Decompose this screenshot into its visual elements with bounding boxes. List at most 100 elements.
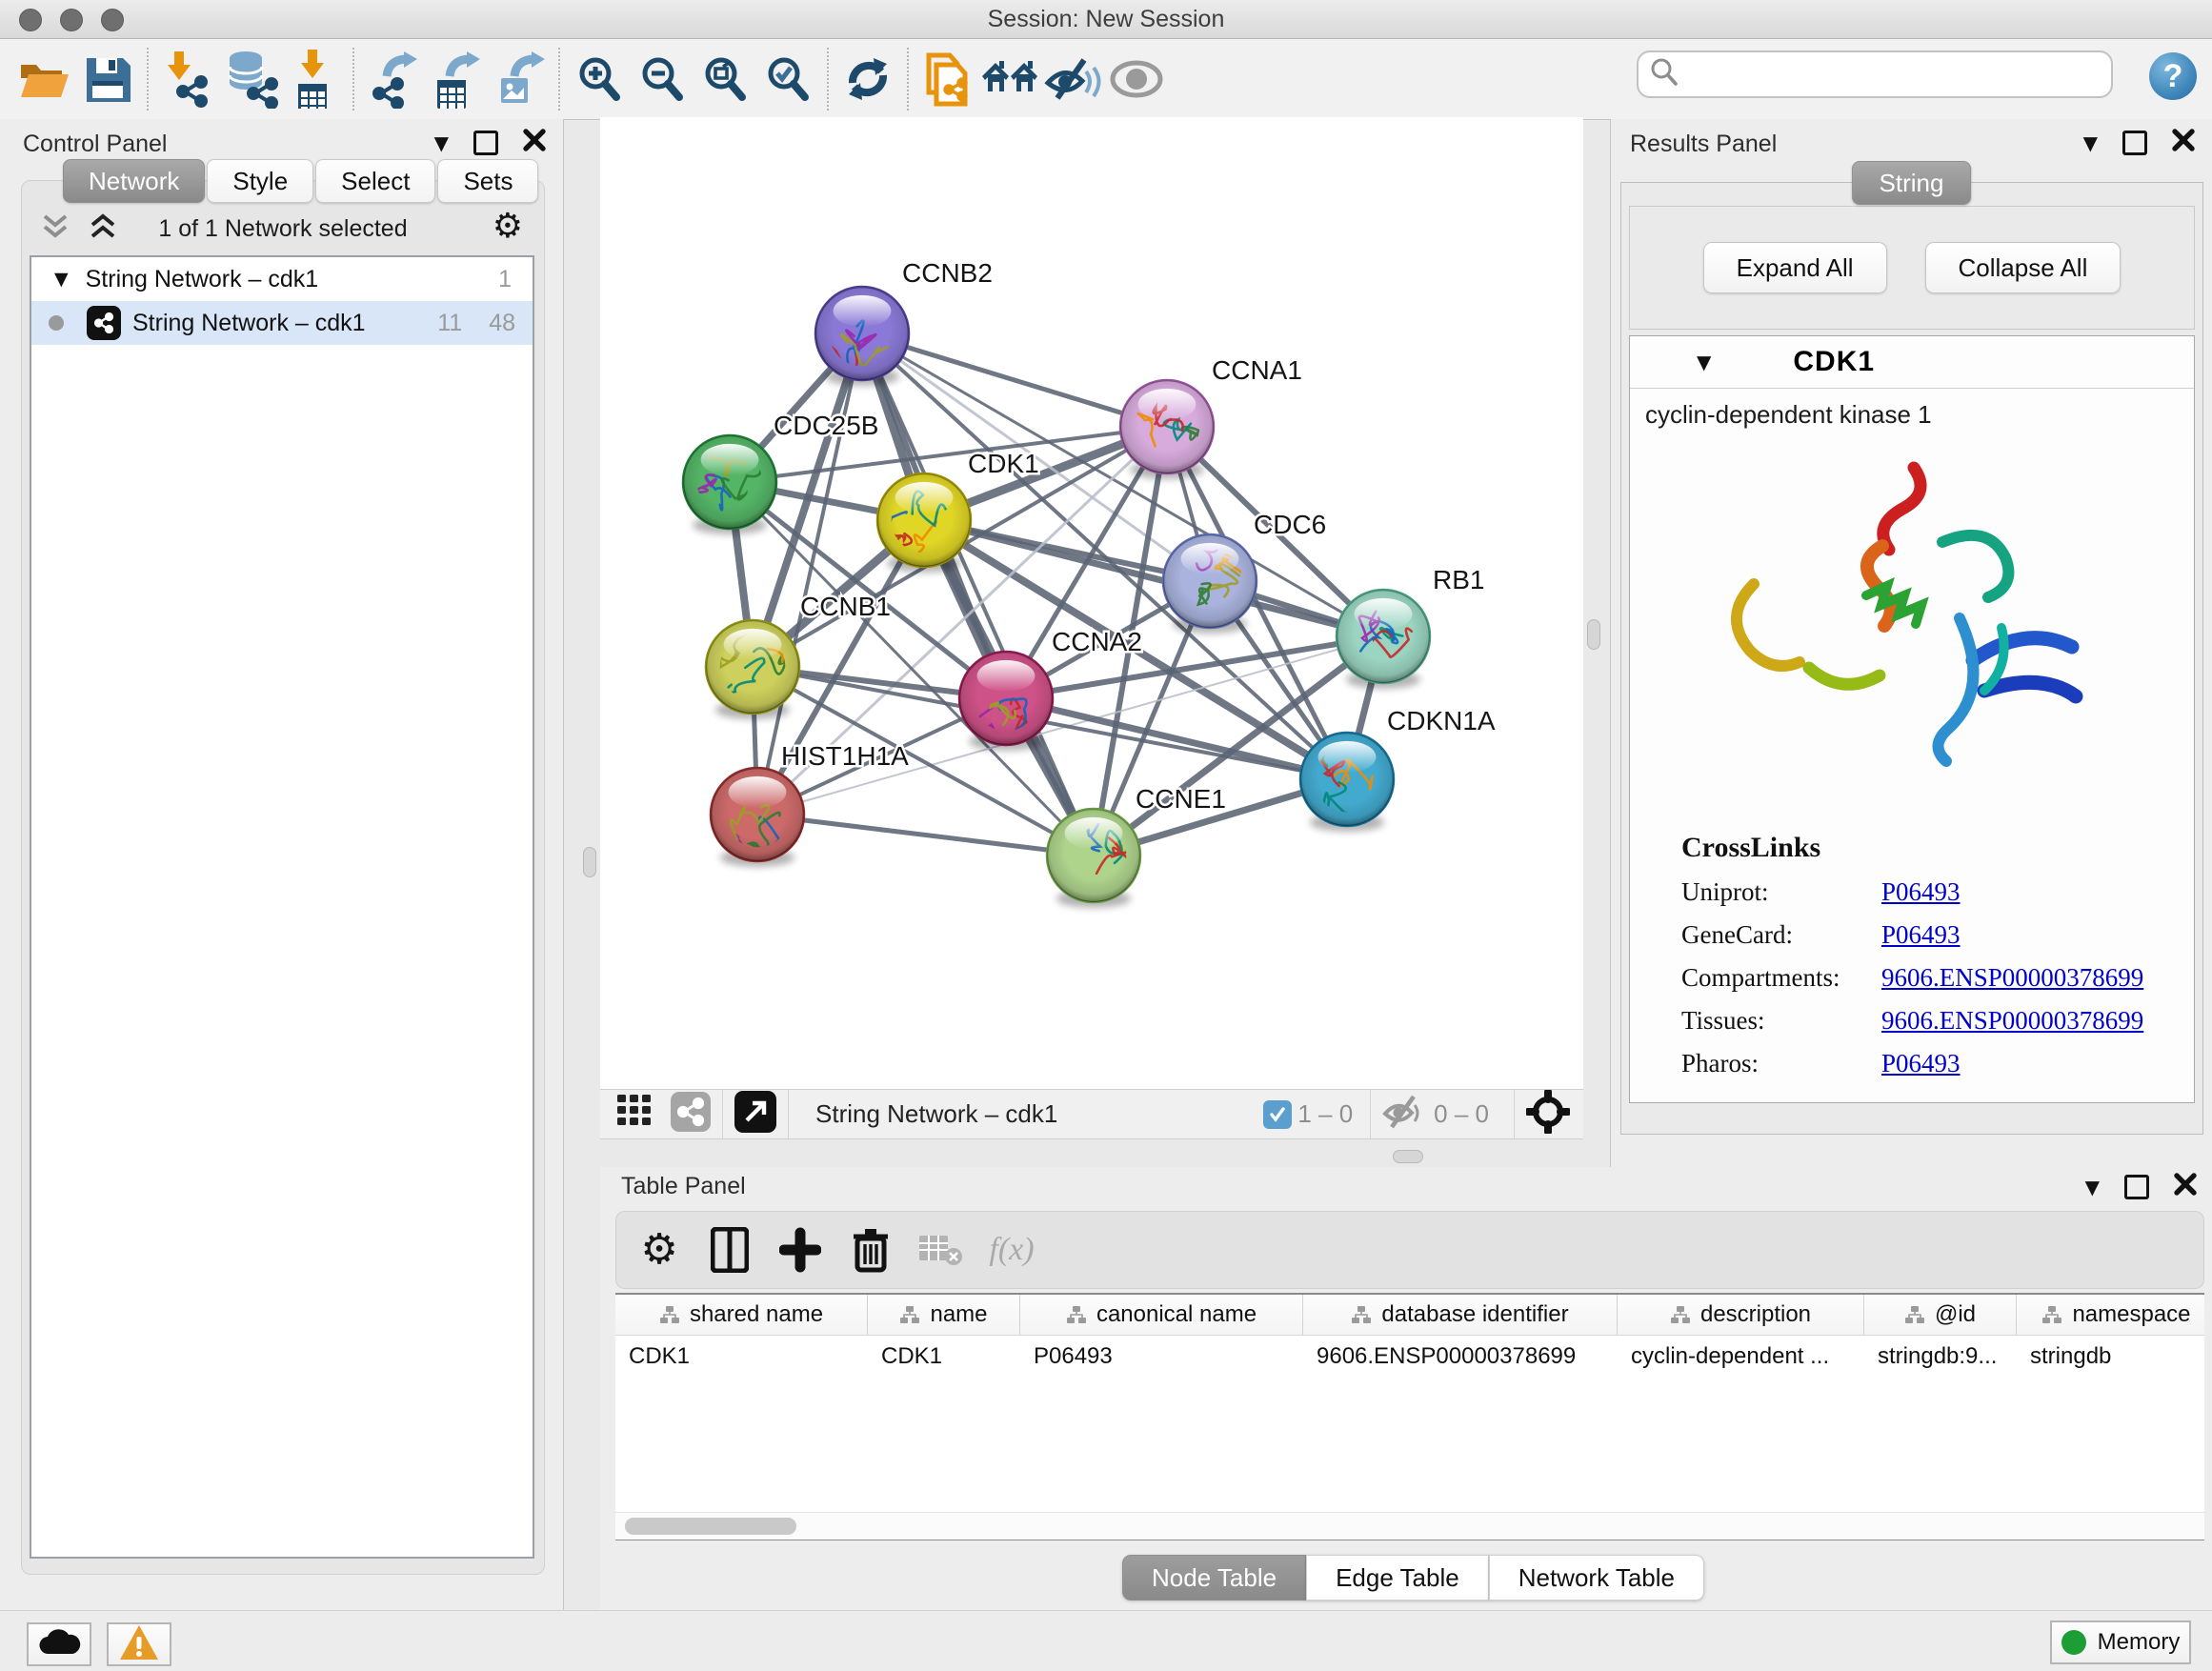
import-database-icon[interactable] xyxy=(219,48,282,111)
table-horizontal-scrollbar[interactable] xyxy=(615,1512,2204,1540)
tab-select[interactable]: Select xyxy=(315,159,435,203)
table-panel-title: Table Panel xyxy=(621,1173,746,1200)
collection-expand-icon[interactable]: ▼ xyxy=(54,269,69,290)
column-header--id[interactable]: @id xyxy=(1864,1295,2017,1335)
import-public-databases-icon[interactable] xyxy=(916,48,979,111)
crosslink-link[interactable]: P06493 xyxy=(1881,877,1961,907)
export-network-icon[interactable] xyxy=(362,48,425,111)
memory-button[interactable]: Memory xyxy=(2050,1621,2191,1664)
tab-string[interactable]: String xyxy=(1852,161,1972,205)
delete-column-icon[interactable] xyxy=(835,1218,906,1281)
help-button[interactable]: ? xyxy=(2149,52,2197,100)
show-columns-icon[interactable] xyxy=(694,1218,765,1281)
apply-layout-icon[interactable] xyxy=(836,48,899,111)
right-splitter-handle[interactable] xyxy=(1587,619,1600,650)
import-network-icon[interactable] xyxy=(156,48,219,111)
gene-details-card: ▼ CDK1 cyclin-dependent kinase 1 xyxy=(1629,335,2195,1103)
add-column-icon[interactable] xyxy=(765,1218,835,1281)
network-row-selected[interactable]: String Network – cdk1 11 48 xyxy=(31,301,533,345)
table-cell[interactable]: P06493 xyxy=(1020,1336,1303,1378)
column-header-canonical-name[interactable]: canonical name xyxy=(1020,1295,1303,1335)
column-header-database-identifier[interactable]: database identifier xyxy=(1303,1295,1618,1335)
export-image-icon[interactable] xyxy=(488,48,551,111)
home-icon[interactable] xyxy=(979,48,1042,111)
crosslink-link[interactable]: P06493 xyxy=(1881,1049,1961,1078)
table-cell[interactable]: stringdb:9... xyxy=(1864,1336,2017,1378)
column-header-namespace[interactable]: namespace xyxy=(2017,1295,2204,1335)
table-cell[interactable]: cyclin-dependent ... xyxy=(1618,1336,1864,1378)
tab-network[interactable]: Network xyxy=(63,159,205,203)
open-session-icon[interactable] xyxy=(13,48,76,111)
zoom-selected-icon[interactable] xyxy=(756,48,819,111)
tab-style[interactable]: Style xyxy=(207,159,313,203)
fit-selected-crosshair-icon[interactable] xyxy=(1526,1090,1570,1138)
hide-selected-icon[interactable] xyxy=(1042,48,1105,111)
expand-collapse-box: Expand All Collapse All xyxy=(1629,206,2195,330)
window-title: Session: New Session xyxy=(0,6,2212,33)
warning-icon xyxy=(118,1623,160,1666)
tab-sets[interactable]: Sets xyxy=(437,159,538,203)
export-table-icon[interactable] xyxy=(425,48,488,111)
results-close-icon[interactable] xyxy=(2172,129,2195,156)
table-settings-gear-icon[interactable]: ⚙ xyxy=(624,1218,694,1281)
left-splitter-handle[interactable] xyxy=(583,847,596,877)
crosslink-label: Pharos: xyxy=(1681,1049,1881,1078)
results-menu-icon[interactable]: ▼ xyxy=(2083,131,2098,154)
tab-node-table[interactable]: Node Table xyxy=(1122,1555,1306,1601)
zoom-out-icon[interactable] xyxy=(631,48,694,111)
import-table-icon[interactable] xyxy=(282,48,345,111)
control-panel: Control Panel ▼ Network Style Select Set… xyxy=(0,119,564,1610)
save-session-icon[interactable] xyxy=(76,48,139,111)
bottom-splitter-handle[interactable] xyxy=(1393,1150,1423,1163)
warning-button[interactable] xyxy=(107,1622,171,1666)
table-cell[interactable]: 9606.ENSP00000378699 xyxy=(1303,1336,1618,1378)
node-label: RB1 xyxy=(1433,565,1484,594)
column-header-name[interactable]: name xyxy=(868,1295,1020,1335)
scrollbar-thumb[interactable] xyxy=(625,1518,796,1535)
network-label: String Network – cdk1 xyxy=(132,310,366,337)
zoom-fit-icon[interactable] xyxy=(694,48,756,111)
crosslink-label: GeneCard: xyxy=(1681,920,1881,950)
network-options-gear-icon[interactable]: ⚙ xyxy=(493,210,523,244)
expand-all-button[interactable]: Expand All xyxy=(1703,242,1887,293)
search-box xyxy=(1637,50,2113,98)
gene-expand-icon[interactable]: ▼ xyxy=(1697,351,1711,373)
search-input[interactable] xyxy=(1688,60,2101,89)
detach-view-icon[interactable] xyxy=(734,1091,776,1137)
grid-view-icon[interactable] xyxy=(617,1095,655,1134)
table-toolbar: ⚙ f(x) xyxy=(615,1211,2204,1289)
table-float-icon[interactable] xyxy=(2124,1175,2149,1199)
node-label: HIST1H1A xyxy=(781,741,909,771)
node-table[interactable]: shared namenamecanonical namedatabase id… xyxy=(615,1293,2204,1540)
table-cell[interactable]: stringdb xyxy=(2017,1336,2204,1378)
network-view-toolbar: String Network – cdk1 1 – 0 0 – 0 xyxy=(600,1089,1583,1139)
tab-edge-table[interactable]: Edge Table xyxy=(1306,1555,1489,1601)
function-builder-icon: f(x) xyxy=(976,1218,1047,1281)
zoom-in-icon[interactable] xyxy=(568,48,631,111)
crosslink-link[interactable]: 9606.ENSP00000378699 xyxy=(1881,1006,2143,1036)
column-header-description[interactable]: description xyxy=(1618,1295,1864,1335)
network-canvas[interactable]: CCNB2CCNA1CDC25BCDK1CDC6RB1CCNB1CCNA2CDK… xyxy=(600,117,1583,1089)
main-toolbar: ? xyxy=(0,39,2212,120)
tab-network-table[interactable]: Network Table xyxy=(1489,1555,1704,1601)
table-close-icon[interactable] xyxy=(2174,1173,2197,1200)
column-header-shared-name[interactable]: shared name xyxy=(615,1295,868,1335)
table-cell[interactable]: CDK1 xyxy=(615,1336,868,1378)
panel-float-icon[interactable] xyxy=(473,131,498,155)
panel-close-icon[interactable] xyxy=(523,129,546,156)
network-overview-icon[interactable] xyxy=(671,1092,711,1137)
cloud-button[interactable] xyxy=(27,1622,91,1666)
gene-header-row[interactable]: ▼ CDK1 xyxy=(1630,336,2194,389)
network-collection-row[interactable]: ▼ String Network – cdk1 1 xyxy=(31,257,533,301)
crosslink-link[interactable]: 9606.ENSP00000378699 xyxy=(1881,963,2143,993)
table-menu-icon[interactable]: ▼ xyxy=(2085,1176,2100,1198)
panel-menu-icon[interactable]: ▼ xyxy=(434,131,449,154)
show-all-icon[interactable] xyxy=(1105,48,1168,111)
table-row[interactable]: CDK1CDK1P064939606.ENSP00000378699cyclin… xyxy=(615,1336,2204,1378)
table-cell[interactable]: CDK1 xyxy=(868,1336,1020,1378)
selected-checkbox-icon[interactable] xyxy=(1263,1100,1292,1129)
hidden-count-badge: 0 – 0 xyxy=(1434,1099,1489,1129)
collapse-all-button[interactable]: Collapse All xyxy=(1925,242,2122,293)
results-float-icon[interactable] xyxy=(2122,131,2147,155)
crosslink-link[interactable]: P06493 xyxy=(1881,920,1961,950)
